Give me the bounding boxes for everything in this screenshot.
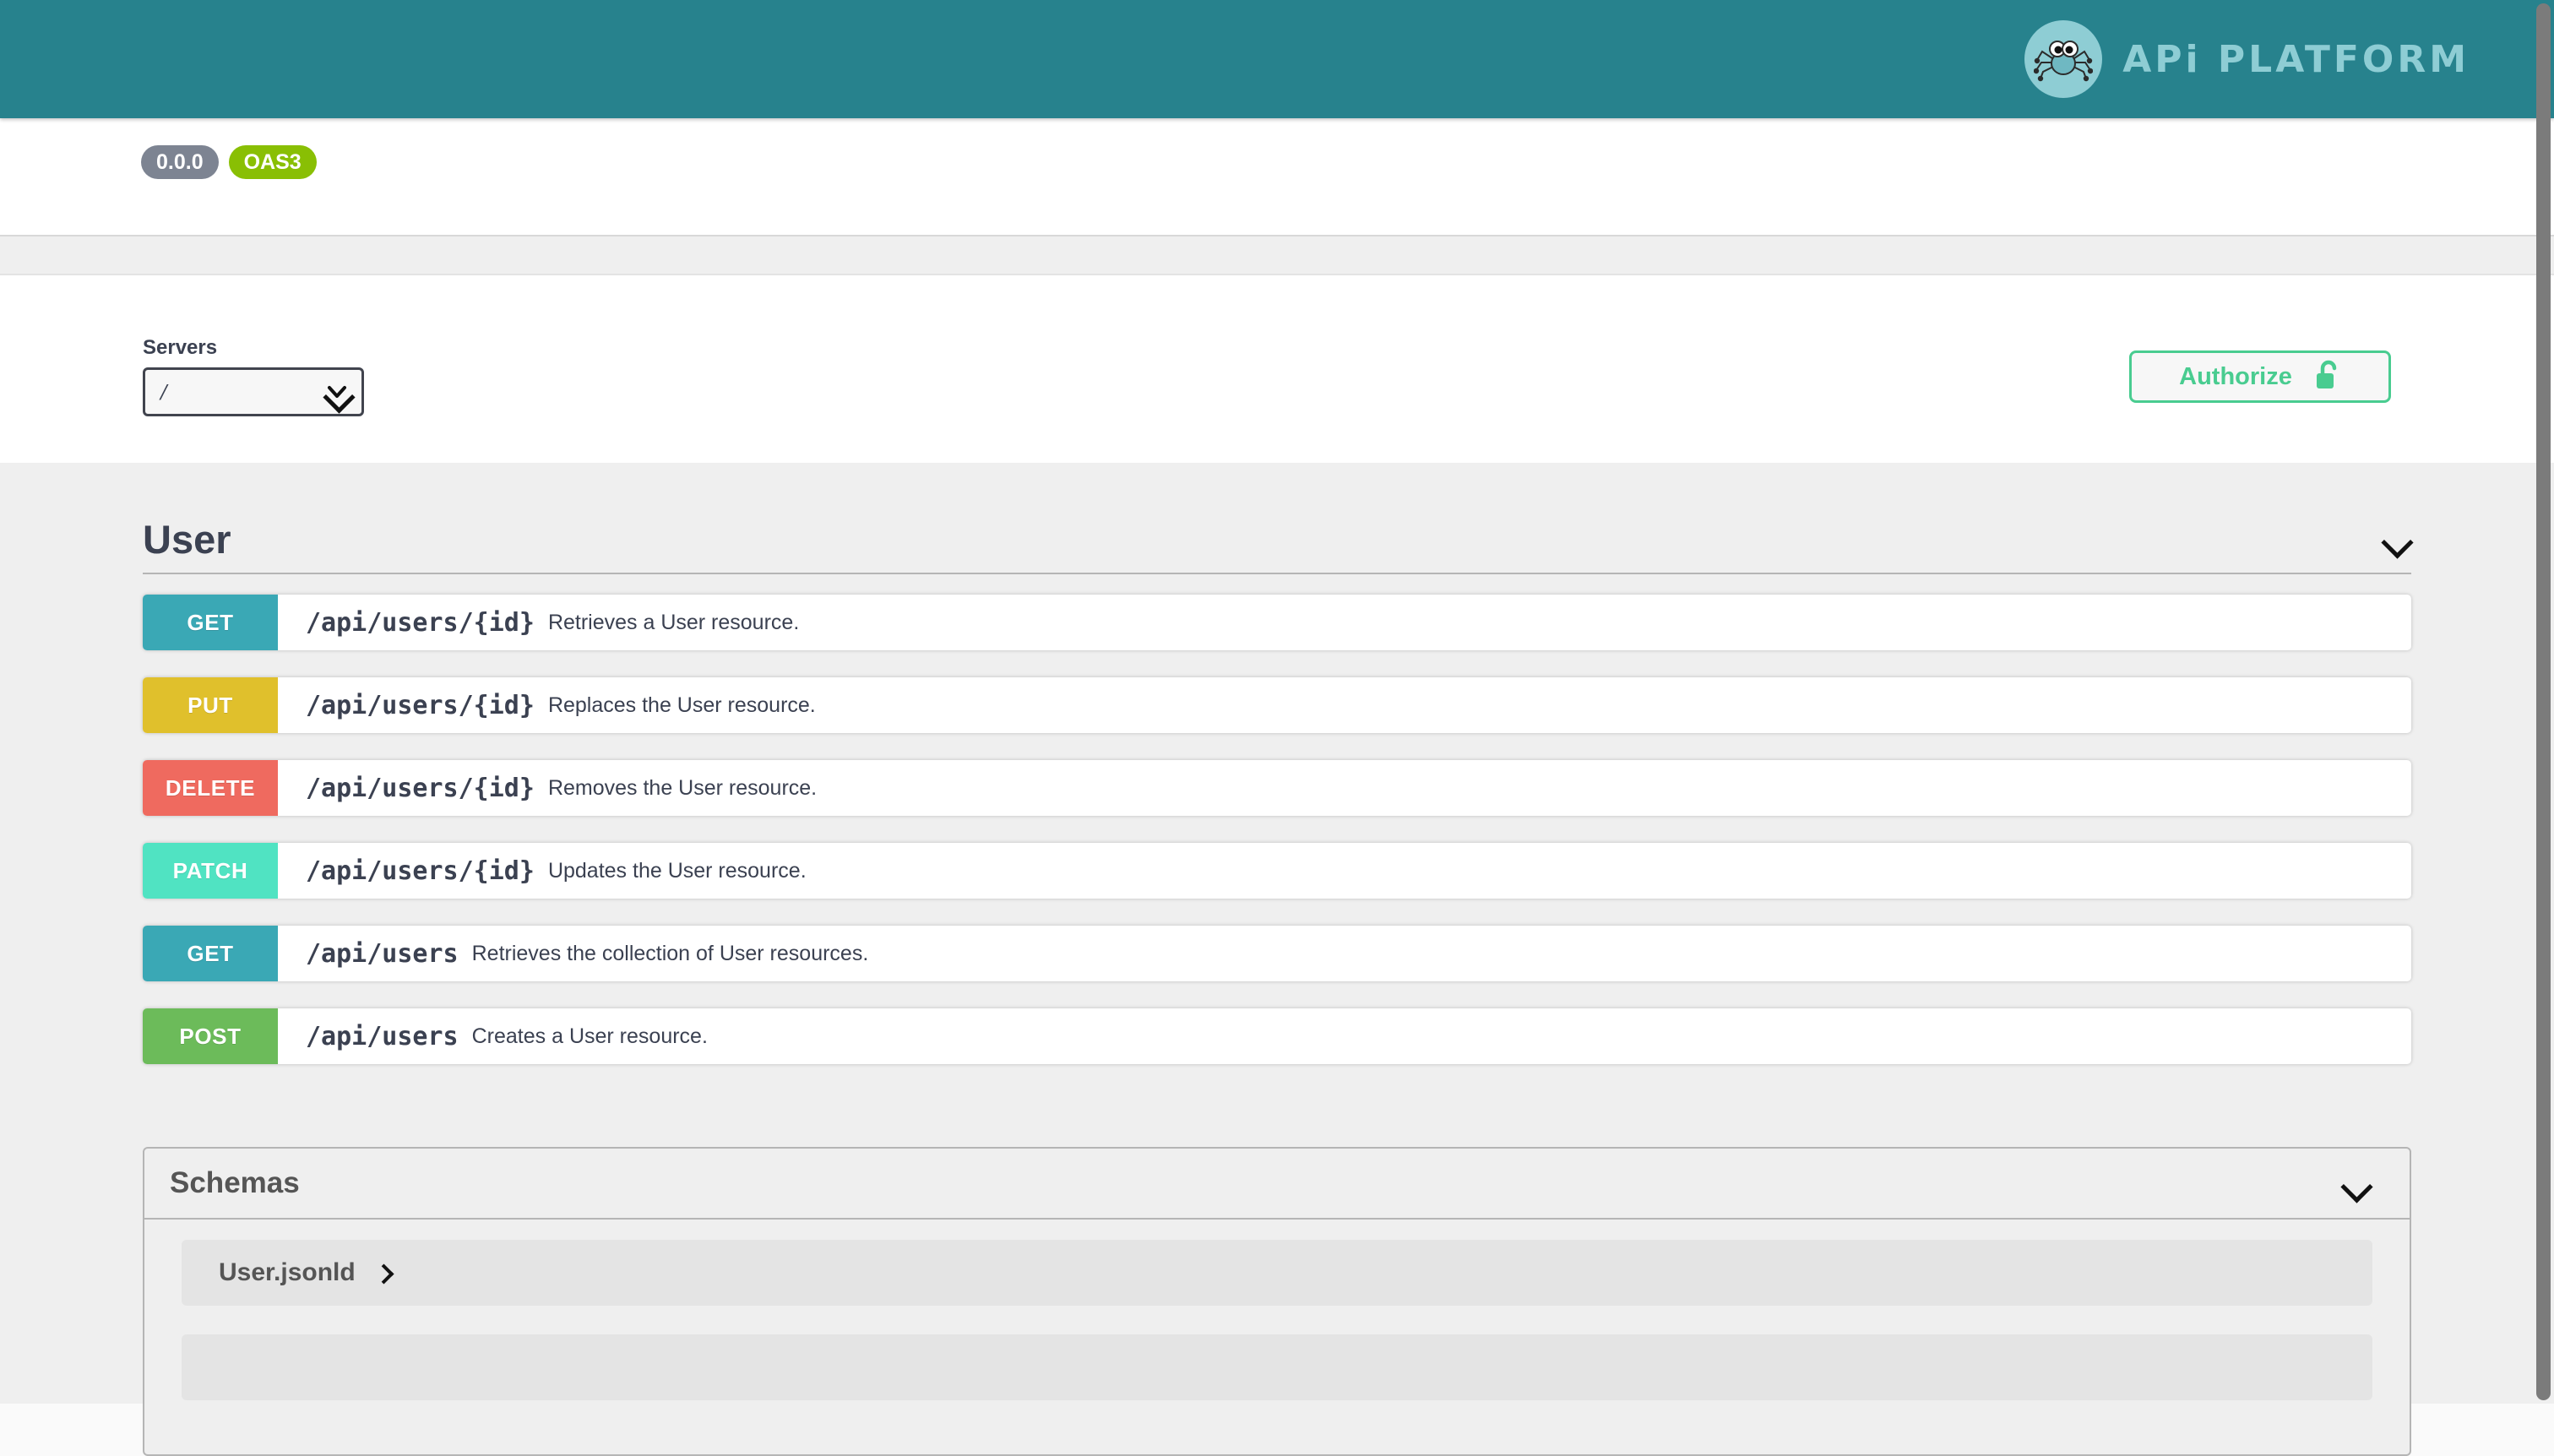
api-info-block: 0.0.0 OAS3 <box>0 118 2554 235</box>
oas-version-badge: OAS3 <box>228 145 317 179</box>
spider-logo-icon <box>2024 20 2103 98</box>
operation-method-badge: POST <box>143 1008 278 1064</box>
operation-row[interactable]: GET /api/users Retrieves the collection … <box>143 926 2411 981</box>
scrollbar-thumb[interactable] <box>2536 3 2551 1400</box>
tag-header-user[interactable]: User <box>143 505 2411 574</box>
vertical-scrollbar[interactable] <box>2534 0 2554 1404</box>
schemas-panel: Schemas User.jsonld <box>143 1147 2411 1456</box>
section-divider-strip <box>0 235 2554 275</box>
servers-select[interactable]: / <box>143 367 364 416</box>
operation-row[interactable]: DELETE /api/users/{id} Removes the User … <box>143 760 2411 816</box>
operation-method-badge: GET <box>143 926 278 981</box>
schema-model-row[interactable] <box>182 1334 2372 1400</box>
tag-section-user: User GET /api/users/{id} Retrieves a Use… <box>0 505 2554 1091</box>
schemas-header[interactable]: Schemas <box>144 1149 2410 1220</box>
top-header-bar: APi PLATFORM <box>0 0 2554 118</box>
operation-summary-area: /api/users Creates a User resource. <box>278 1008 708 1064</box>
schemas-model-list: User.jsonld <box>144 1220 2410 1454</box>
servers-selected-value: / <box>160 378 167 405</box>
schema-model-row[interactable]: User.jsonld <box>182 1240 2372 1306</box>
operation-summary-area: /api/users/{id} Replaces the User resour… <box>278 677 816 733</box>
operation-description: Creates a User resource. <box>471 1024 708 1048</box>
operations-list: GET /api/users/{id} Retrieves a User res… <box>0 595 2554 1064</box>
tag-title: User <box>143 516 231 562</box>
version-badge: 0.0.0 <box>141 145 219 179</box>
operation-method-badge: PATCH <box>143 843 278 899</box>
operation-description: Retrieves the collection of User resourc… <box>471 941 869 965</box>
operation-path: /api/users/{id} <box>306 690 535 720</box>
operation-row[interactable]: PUT /api/users/{id} Replaces the User re… <box>143 677 2411 733</box>
brand-name: APi PLATFORM <box>2122 37 2470 81</box>
operation-summary-area: /api/users/{id} Retrieves a User resourc… <box>278 595 799 650</box>
operation-description: Removes the User resource. <box>547 775 818 800</box>
badge-group: 0.0.0 OAS3 <box>141 145 317 179</box>
authorize-button[interactable]: Authorize <box>2129 350 2391 403</box>
authorize-button-label: Authorize <box>2179 362 2292 390</box>
operation-description: Replaces the User resource. <box>547 693 816 717</box>
chevron-down-icon <box>324 379 350 405</box>
chevron-down-icon[interactable] <box>2383 524 2411 553</box>
chevron-down-icon[interactable] <box>2342 1169 2371 1198</box>
operation-row[interactable]: GET /api/users/{id} Retrieves a User res… <box>143 595 2411 650</box>
swagger-main-body: User GET /api/users/{id} Retrieves a Use… <box>0 463 2554 1456</box>
operation-path: /api/users/{id} <box>306 773 535 803</box>
operation-path: /api/users/{id} <box>306 607 535 638</box>
operation-summary-area: /api/users Retrieves the collection of U… <box>278 926 868 981</box>
operation-method-badge: PUT <box>143 677 278 733</box>
schemas-title: Schemas <box>170 1166 300 1199</box>
chevron-right-icon[interactable] <box>374 1263 393 1282</box>
unlocked-padlock-icon <box>2314 359 2341 395</box>
operation-description: Retrieves a User resource. <box>547 610 800 634</box>
operation-summary-area: /api/users/{id} Removes the User resourc… <box>278 760 817 816</box>
servers-group: Servers / <box>143 336 364 416</box>
servers-label: Servers <box>143 336 218 359</box>
operation-method-badge: DELETE <box>143 760 278 816</box>
operation-path: /api/users <box>306 938 459 969</box>
brand[interactable]: APi PLATFORM <box>2024 20 2470 98</box>
operation-path: /api/users <box>306 1021 459 1051</box>
operation-row[interactable]: PATCH /api/users/{id} Updates the User r… <box>143 843 2411 899</box>
operation-path: /api/users/{id} <box>306 856 535 886</box>
operation-row[interactable]: POST /api/users Creates a User resource. <box>143 1008 2411 1064</box>
schema-model-name: User.jsonld <box>219 1258 356 1286</box>
operation-method-badge: GET <box>143 595 278 650</box>
operation-description: Updates the User resource. <box>547 858 807 883</box>
operation-summary-area: /api/users/{id} Updates the User resourc… <box>278 843 807 899</box>
